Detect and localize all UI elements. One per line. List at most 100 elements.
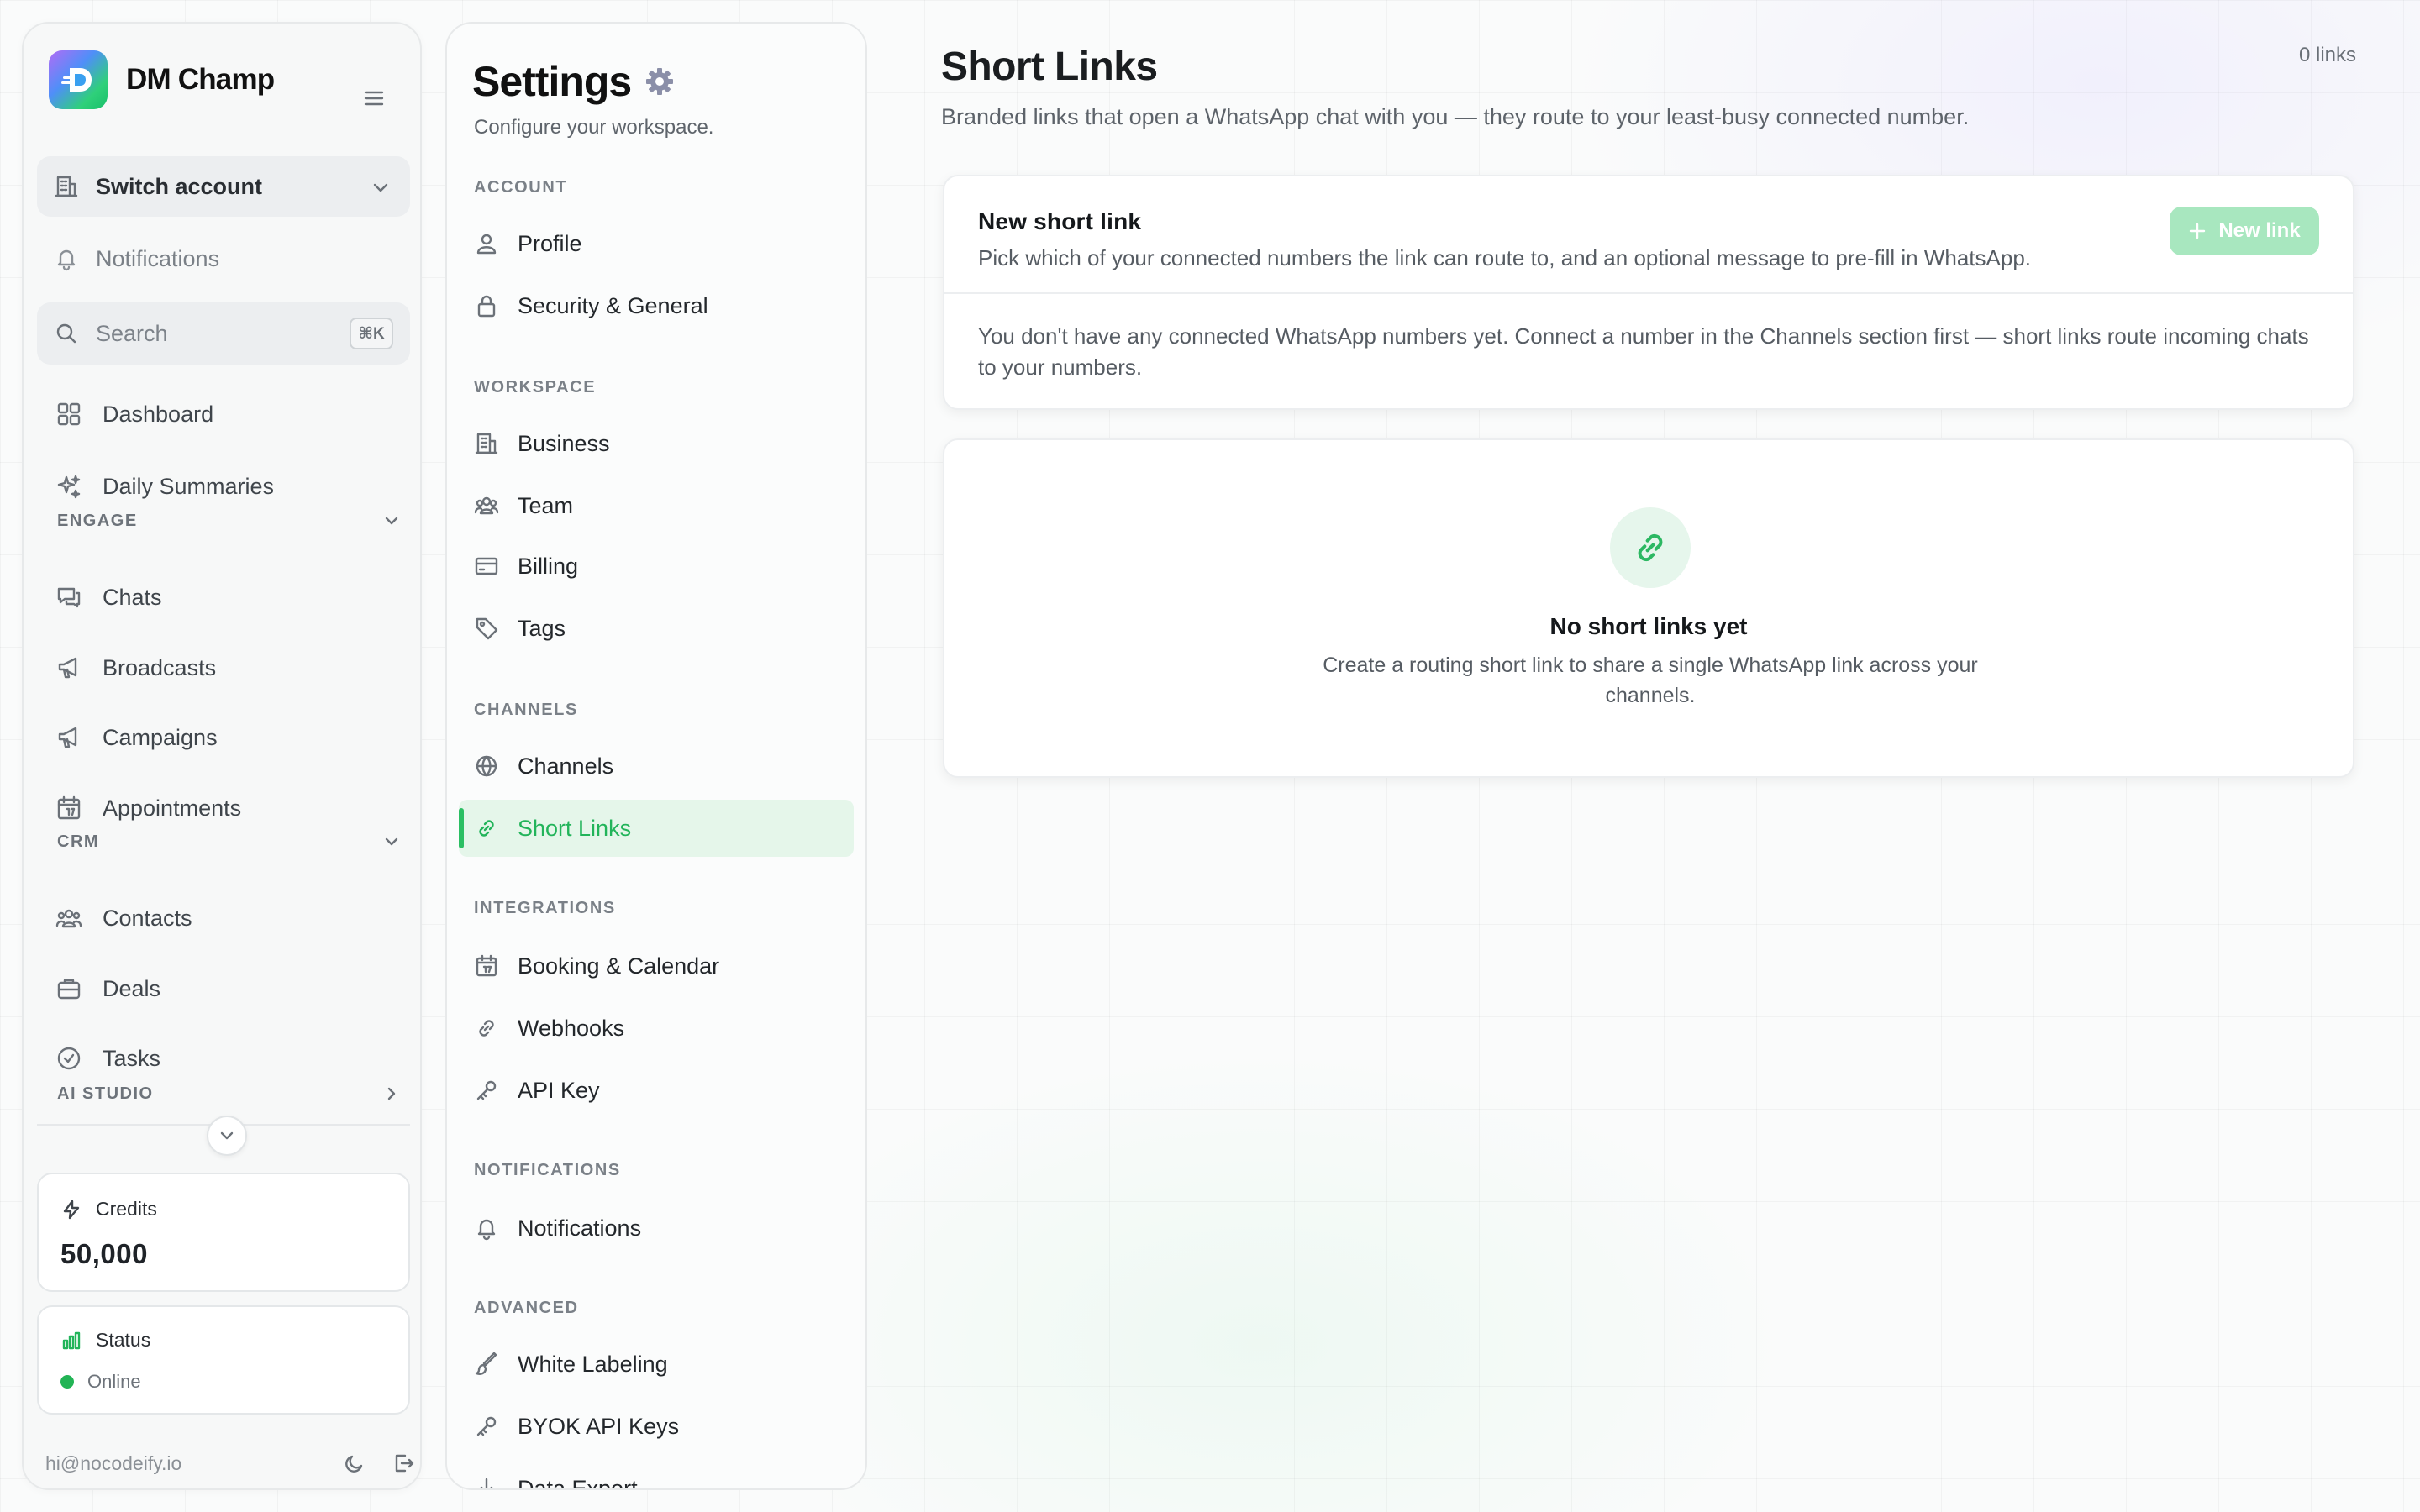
credits-value: 50,000 <box>60 1238 148 1269</box>
chevron-down-icon <box>385 517 398 525</box>
calendar-icon <box>57 795 81 820</box>
sidebar-section-crm[interactable]: CRM <box>57 832 410 852</box>
sidebar-item-daily-summaries[interactable]: Daily Summaries <box>55 467 274 506</box>
sidebar-section-ai-studio[interactable]: AI STUDIO <box>57 1084 410 1104</box>
megaphone-icon <box>58 657 77 679</box>
settings-item-profile[interactable]: Profile <box>474 223 582 264</box>
brand[interactable]: DM Champ <box>49 50 275 109</box>
new-link-button[interactable]: New link <box>2170 207 2319 255</box>
settings-item-webhooks[interactable]: Webhooks <box>474 1008 624 1048</box>
hamburger-menu-icon[interactable] <box>361 86 387 111</box>
sidebar-item-campaigns[interactable]: Campaigns <box>55 718 218 757</box>
sidebar-item-label: Broadcasts <box>103 654 217 680</box>
section-label: AI STUDIO <box>57 1084 154 1103</box>
gear-icon <box>643 65 676 98</box>
credit-card-icon <box>475 557 498 575</box>
settings-item-label: Billing <box>518 553 579 579</box>
settings-item-tags[interactable]: Tags <box>474 608 566 648</box>
settings-item-business[interactable]: Business <box>474 423 610 464</box>
new-link-label: New link <box>2218 219 2301 242</box>
briefcase-icon <box>57 979 81 1000</box>
sidebar-item-dashboard[interactable]: Dashboard <box>55 395 213 433</box>
moon-icon[interactable] <box>343 1452 366 1475</box>
sidebar-item-label: Chats <box>103 584 162 610</box>
sidebar-item-label: Tasks <box>103 1045 161 1071</box>
settings-item-channels[interactable]: Channels <box>474 746 613 786</box>
sidebar-item-label: Contacts <box>103 905 192 931</box>
link-icon <box>1610 507 1691 588</box>
section-label: CRM <box>57 832 100 851</box>
settings-item-security[interactable]: Security & General <box>474 286 708 326</box>
search-input[interactable]: Search ⌘K <box>37 302 410 365</box>
settings-item-label: Security & General <box>518 292 708 318</box>
sidebar-item-label: Appointments <box>103 795 242 821</box>
sidebar-section-engage[interactable]: ENGAGE <box>57 511 410 531</box>
settings-section-channels: CHANNELS <box>474 701 578 719</box>
key-icon <box>476 1080 497 1100</box>
sidebar-item-label: Dashboard <box>103 401 214 427</box>
sidebar-notifications-label: Notifications <box>96 245 220 271</box>
users-icon <box>55 909 82 928</box>
settings-item-label: Profile <box>518 230 582 256</box>
settings-item-api-key[interactable]: API Key <box>474 1070 600 1110</box>
credits-card: Credits 50,000 <box>37 1173 410 1292</box>
section-label: ENGAGE <box>57 511 138 530</box>
settings-item-label: Short Links <box>518 815 632 841</box>
settings-section-notifications: NOTIFICATIONS <box>474 1161 621 1179</box>
sidebar-item-appointments[interactable]: Appointments <box>55 789 241 827</box>
switch-account-label: Switch account <box>96 173 263 199</box>
sidebar-item-contacts[interactable]: Contacts <box>55 899 192 937</box>
sidebar-item-deals[interactable]: Deals <box>55 969 160 1008</box>
settings-item-label: Channels <box>518 753 614 779</box>
settings-nav: Settings Configure your workspace. ACCOU… <box>445 22 867 1490</box>
megaphone-icon <box>58 727 77 748</box>
settings-item-label: Webhooks <box>518 1015 625 1041</box>
settings-item-label: Business <box>518 430 610 456</box>
switch-account-button[interactable]: Switch account <box>37 156 410 217</box>
check-circle-icon <box>57 1047 81 1070</box>
globe-icon <box>476 755 497 777</box>
chevron-down-icon <box>220 1131 234 1140</box>
settings-item-short-links[interactable]: Short Links <box>459 800 854 857</box>
settings-item-billing[interactable]: Billing <box>474 546 578 586</box>
bar-chart-icon <box>62 1331 81 1349</box>
no-numbers-message: You don't have any connected WhatsApp nu… <box>978 323 2309 380</box>
sidebar-item-tasks[interactable]: Tasks <box>55 1039 160 1078</box>
settings-item-data-export[interactable]: Data Export <box>474 1468 638 1488</box>
settings-item-booking-calendar[interactable]: Booking & Calendar <box>474 946 719 986</box>
sidebar-item-chats[interactable]: Chats <box>55 578 162 617</box>
plus-icon <box>2190 223 2206 239</box>
status-label: Status <box>96 1329 151 1351</box>
sidebar-item-label: Daily Summaries <box>103 473 275 499</box>
chevron-down-icon <box>373 183 388 192</box>
settings-item-white-labeling[interactable]: White Labeling <box>474 1344 668 1384</box>
status-card: Status Online <box>37 1305 410 1415</box>
sidebar-notifications[interactable]: Notifications <box>54 242 219 276</box>
scroll-more-button[interactable] <box>207 1116 247 1156</box>
logout-icon[interactable] <box>392 1452 415 1475</box>
settings-section-account: ACCOUNT <box>474 178 568 197</box>
settings-item-team[interactable]: Team <box>474 486 573 526</box>
lock-icon <box>477 295 496 318</box>
card-divider <box>944 292 2353 294</box>
settings-section-workspace: WORKSPACE <box>474 378 597 396</box>
link-icon <box>479 820 494 837</box>
credits-label: Credits <box>96 1198 157 1220</box>
settings-item-label: Notifications <box>518 1215 642 1241</box>
sidebar-item-broadcasts[interactable]: Broadcasts <box>55 648 216 687</box>
users-icon <box>474 496 499 515</box>
status-value: Online <box>87 1371 141 1392</box>
building-icon <box>475 433 498 454</box>
links-count: 0 links <box>2298 44 2356 66</box>
settings-section-advanced: ADVANCED <box>474 1299 579 1317</box>
search-shortcut-badge: ⌘K <box>350 318 393 349</box>
bell-icon <box>57 249 76 271</box>
lightning-icon <box>63 1200 80 1219</box>
chevron-right-icon <box>387 1087 396 1100</box>
settings-item-notifications[interactable]: Notifications <box>474 1208 641 1248</box>
brand-name: DM Champ <box>126 63 275 96</box>
settings-item-byok-api-keys[interactable]: BYOK API Keys <box>474 1406 679 1446</box>
online-indicator <box>60 1375 74 1389</box>
settings-section-integrations: INTEGRATIONS <box>474 899 616 917</box>
download-icon <box>480 1478 493 1488</box>
